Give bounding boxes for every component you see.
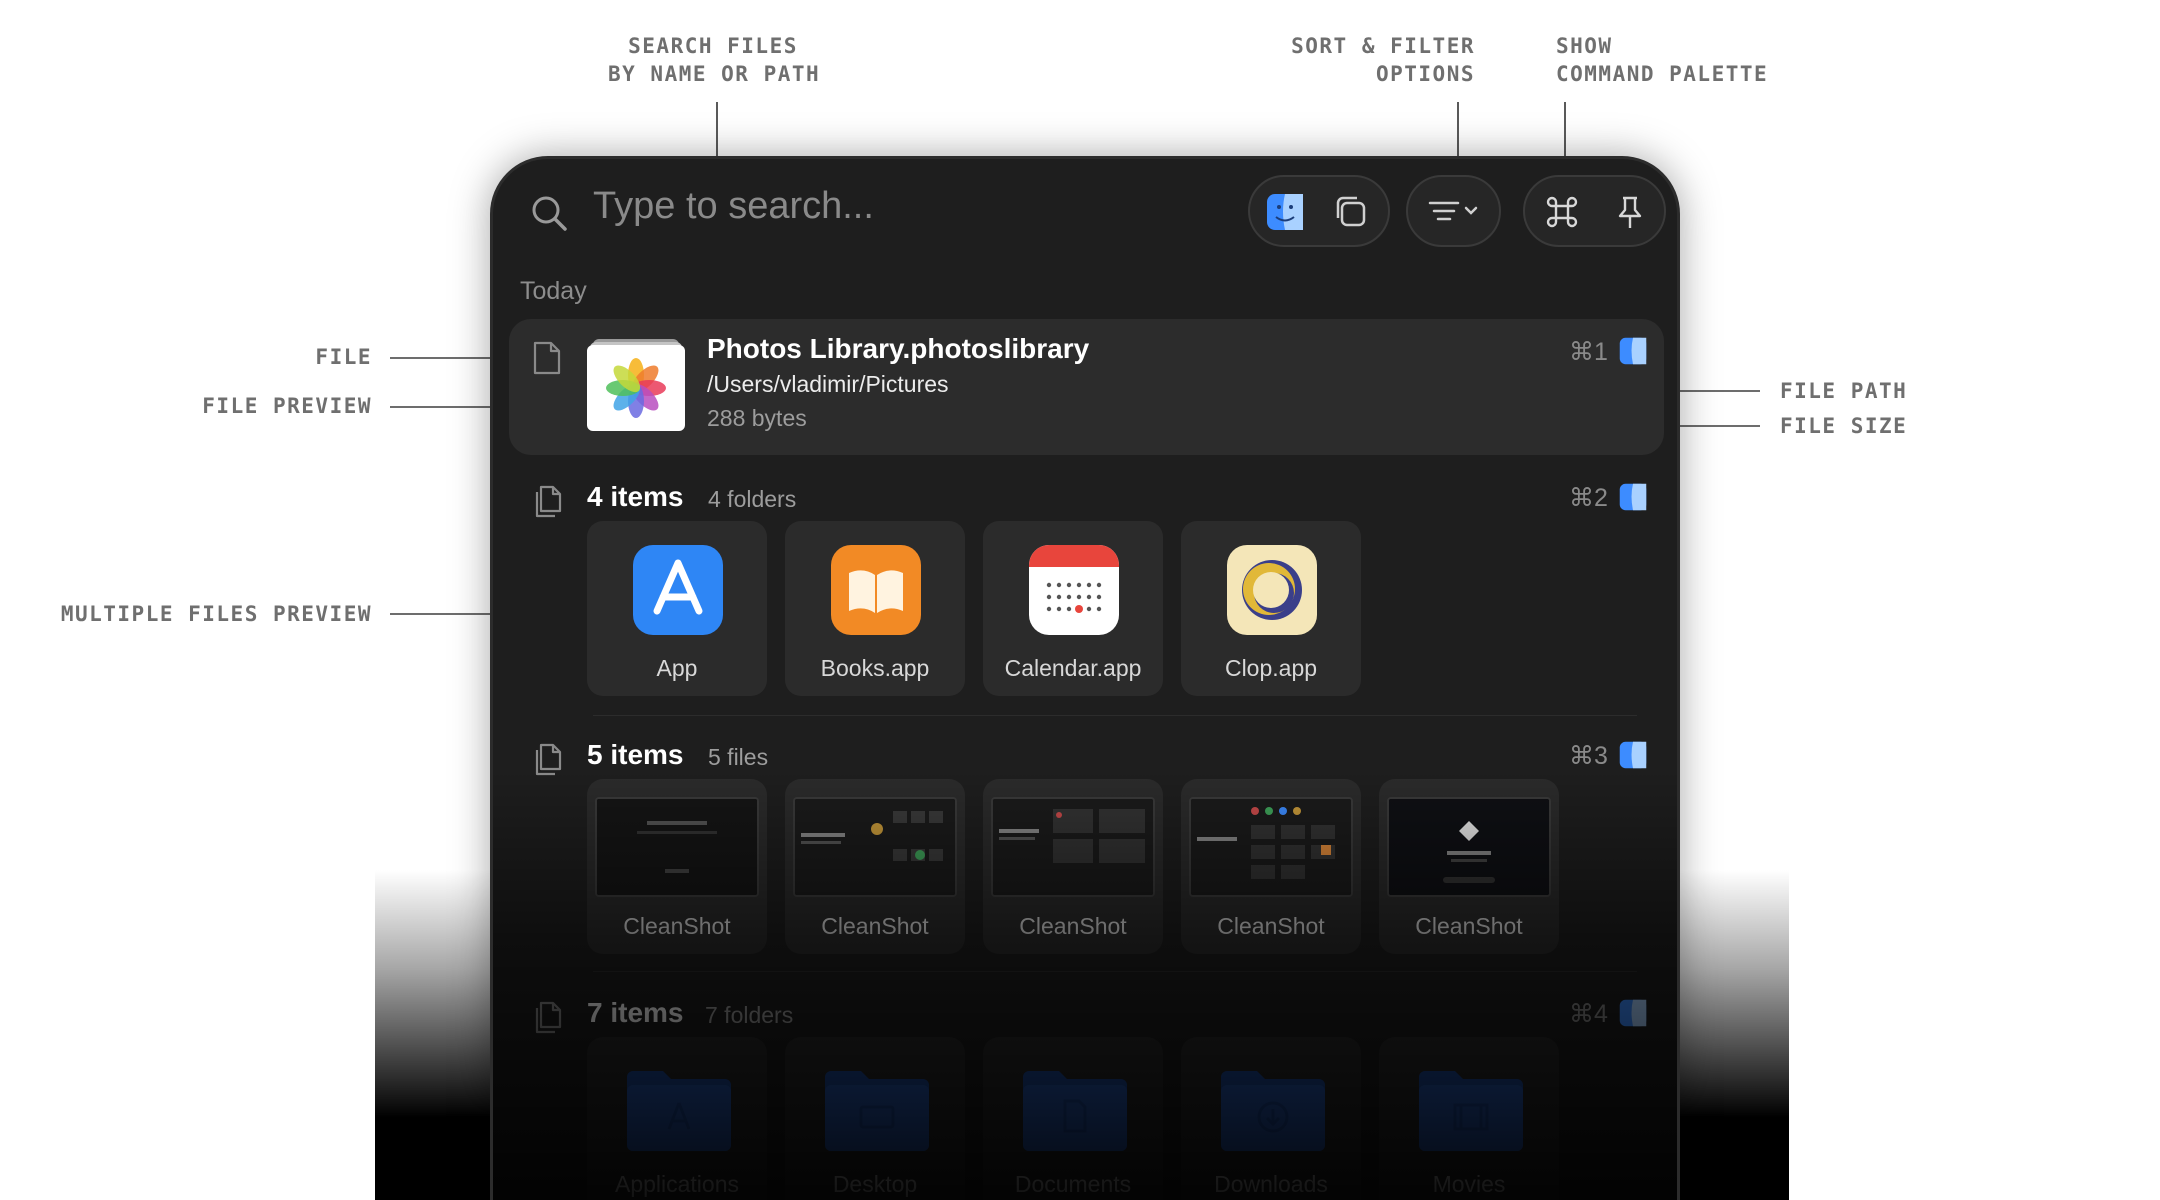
group-1: 4 items 4 folders ⌘2 App Books.app Calen… <box>493 479 1677 696</box>
group-detail: 7 folders <box>705 1002 794 1028</box>
annotation-file-preview: FILE PREVIEW <box>202 394 372 418</box>
group-count: 5 items <box>587 739 684 770</box>
pin-icon[interactable] <box>1605 187 1655 237</box>
file-name: Photos Library.photoslibrary <box>707 333 1090 364</box>
tile-label: CleanShot <box>1019 913 1127 939</box>
file-icon <box>532 341 562 380</box>
file-row[interactable]: Photos Library.photoslibrary /Users/vlad… <box>509 319 1664 455</box>
search-icon[interactable] <box>529 193 569 233</box>
group-count: 7 items <box>587 997 684 1028</box>
tile-label: Books.app <box>820 655 930 681</box>
annotation-search: SEARCH FILES BY NAME OR PATH <box>608 34 821 86</box>
tile-label: Downloads <box>1214 1171 1328 1197</box>
file-size: 288 bytes <box>707 405 807 431</box>
sort-filter-button[interactable] <box>1406 175 1501 247</box>
section-label-today: Today <box>520 277 587 305</box>
finder-badge-icon[interactable] <box>1619 999 1647 1032</box>
group-3: 7 items 7 folders ⌘4 Applications Deskto… <box>493 995 1677 1200</box>
folder-icon <box>627 1067 731 1151</box>
tile-cleanshot[interactable]: CleanShot <box>1181 779 1361 954</box>
divider <box>593 971 1637 972</box>
tile-applications[interactable]: Applications <box>587 1037 767 1200</box>
screenshot-thumbnail <box>1189 797 1353 897</box>
tile-cleanshot[interactable]: CleanShot <box>1379 779 1559 954</box>
view-toggle-group <box>1248 175 1390 247</box>
group-2: 5 items 5 files ⌘3 CleanShot CleanShot C… <box>493 737 1677 954</box>
tile-clop[interactable]: Clop.app <box>1181 521 1361 696</box>
group-shortcut: ⌘2 <box>1569 484 1608 512</box>
search-input[interactable]: Type to search... <box>593 185 874 228</box>
finder-badge-icon[interactable] <box>1619 483 1647 516</box>
divider <box>593 715 1637 716</box>
files-icon <box>533 485 563 524</box>
group-count: 4 items <box>587 481 684 512</box>
finder-badge-icon[interactable] <box>1619 337 1647 370</box>
files-icon <box>533 1001 563 1040</box>
group-detail: 4 folders <box>708 486 797 512</box>
tile-desktop[interactable]: Desktop <box>785 1037 965 1200</box>
annotation-file-path: FILE PATH <box>1780 379 1908 403</box>
app-window: Type to search... Today Photos Library.p… <box>490 156 1680 1200</box>
file-shortcut: ⌘1 <box>1569 338 1608 366</box>
folder-icon <box>1023 1067 1127 1151</box>
tile-documents[interactable]: Documents <box>983 1037 1163 1200</box>
copy-icon[interactable] <box>1326 187 1376 237</box>
palette-pin-group <box>1523 175 1666 247</box>
annotation-file: FILE <box>315 345 372 369</box>
annotation-palette: SHOW COMMAND PALETTE <box>1556 34 1769 86</box>
screenshot-thumbnail <box>793 797 957 897</box>
tile-label: Calendar.app <box>1004 655 1142 681</box>
tile-books[interactable]: Books.app <box>785 521 965 696</box>
tile-label: CleanShot <box>623 913 731 939</box>
tile-label: Clop.app <box>1224 655 1318 681</box>
tile-movies[interactable]: Movies <box>1379 1037 1559 1200</box>
tile-label: Desktop <box>832 1171 918 1197</box>
group-shortcut: ⌘4 <box>1569 1000 1608 1028</box>
tile-calendar[interactable]: Calendar.app <box>983 521 1163 696</box>
calendar-icon <box>1029 545 1119 640</box>
file-path: /Users/vladimir/Pictures <box>707 371 949 397</box>
annotation-sort: SORT & FILTER OPTIONS <box>1291 34 1475 86</box>
sort-filter-icon <box>1424 187 1484 237</box>
books-icon <box>831 545 921 640</box>
finder-icon[interactable] <box>1260 187 1310 237</box>
command-icon[interactable] <box>1537 187 1587 237</box>
files-icon <box>533 743 563 782</box>
annotation-file-size: FILE SIZE <box>1780 414 1908 438</box>
folder-icon <box>825 1067 929 1151</box>
finder-badge-icon[interactable] <box>1619 741 1647 774</box>
screenshot-thumbnail <box>595 797 759 897</box>
tile-app[interactable]: App <box>587 521 767 696</box>
tile-label: CleanShot <box>1415 913 1523 939</box>
annotation-multiple-files-preview: MULTIPLE FILES PREVIEW <box>60 602 372 626</box>
folder-icon <box>1419 1067 1523 1151</box>
clop-icon <box>1227 545 1317 640</box>
tile-label: CleanShot <box>821 913 929 939</box>
tile-label: App <box>656 655 698 681</box>
tile-downloads[interactable]: Downloads <box>1181 1037 1361 1200</box>
tile-label: Documents <box>1014 1171 1132 1197</box>
screenshot-thumbnail <box>1387 797 1551 897</box>
app-store-icon <box>633 545 723 640</box>
group-shortcut: ⌘3 <box>1569 742 1608 770</box>
tile-label: CleanShot <box>1217 913 1325 939</box>
tile-cleanshot[interactable]: CleanShot <box>785 779 965 954</box>
tile-cleanshot[interactable]: CleanShot <box>983 779 1163 954</box>
photos-preview-icon <box>587 339 685 431</box>
folder-icon <box>1221 1067 1325 1151</box>
tile-label: Applications <box>614 1171 740 1197</box>
tile-label: Movies <box>1432 1171 1506 1197</box>
group-detail: 5 files <box>708 744 769 770</box>
tile-cleanshot[interactable]: CleanShot <box>587 779 767 954</box>
screenshot-thumbnail <box>991 797 1155 897</box>
